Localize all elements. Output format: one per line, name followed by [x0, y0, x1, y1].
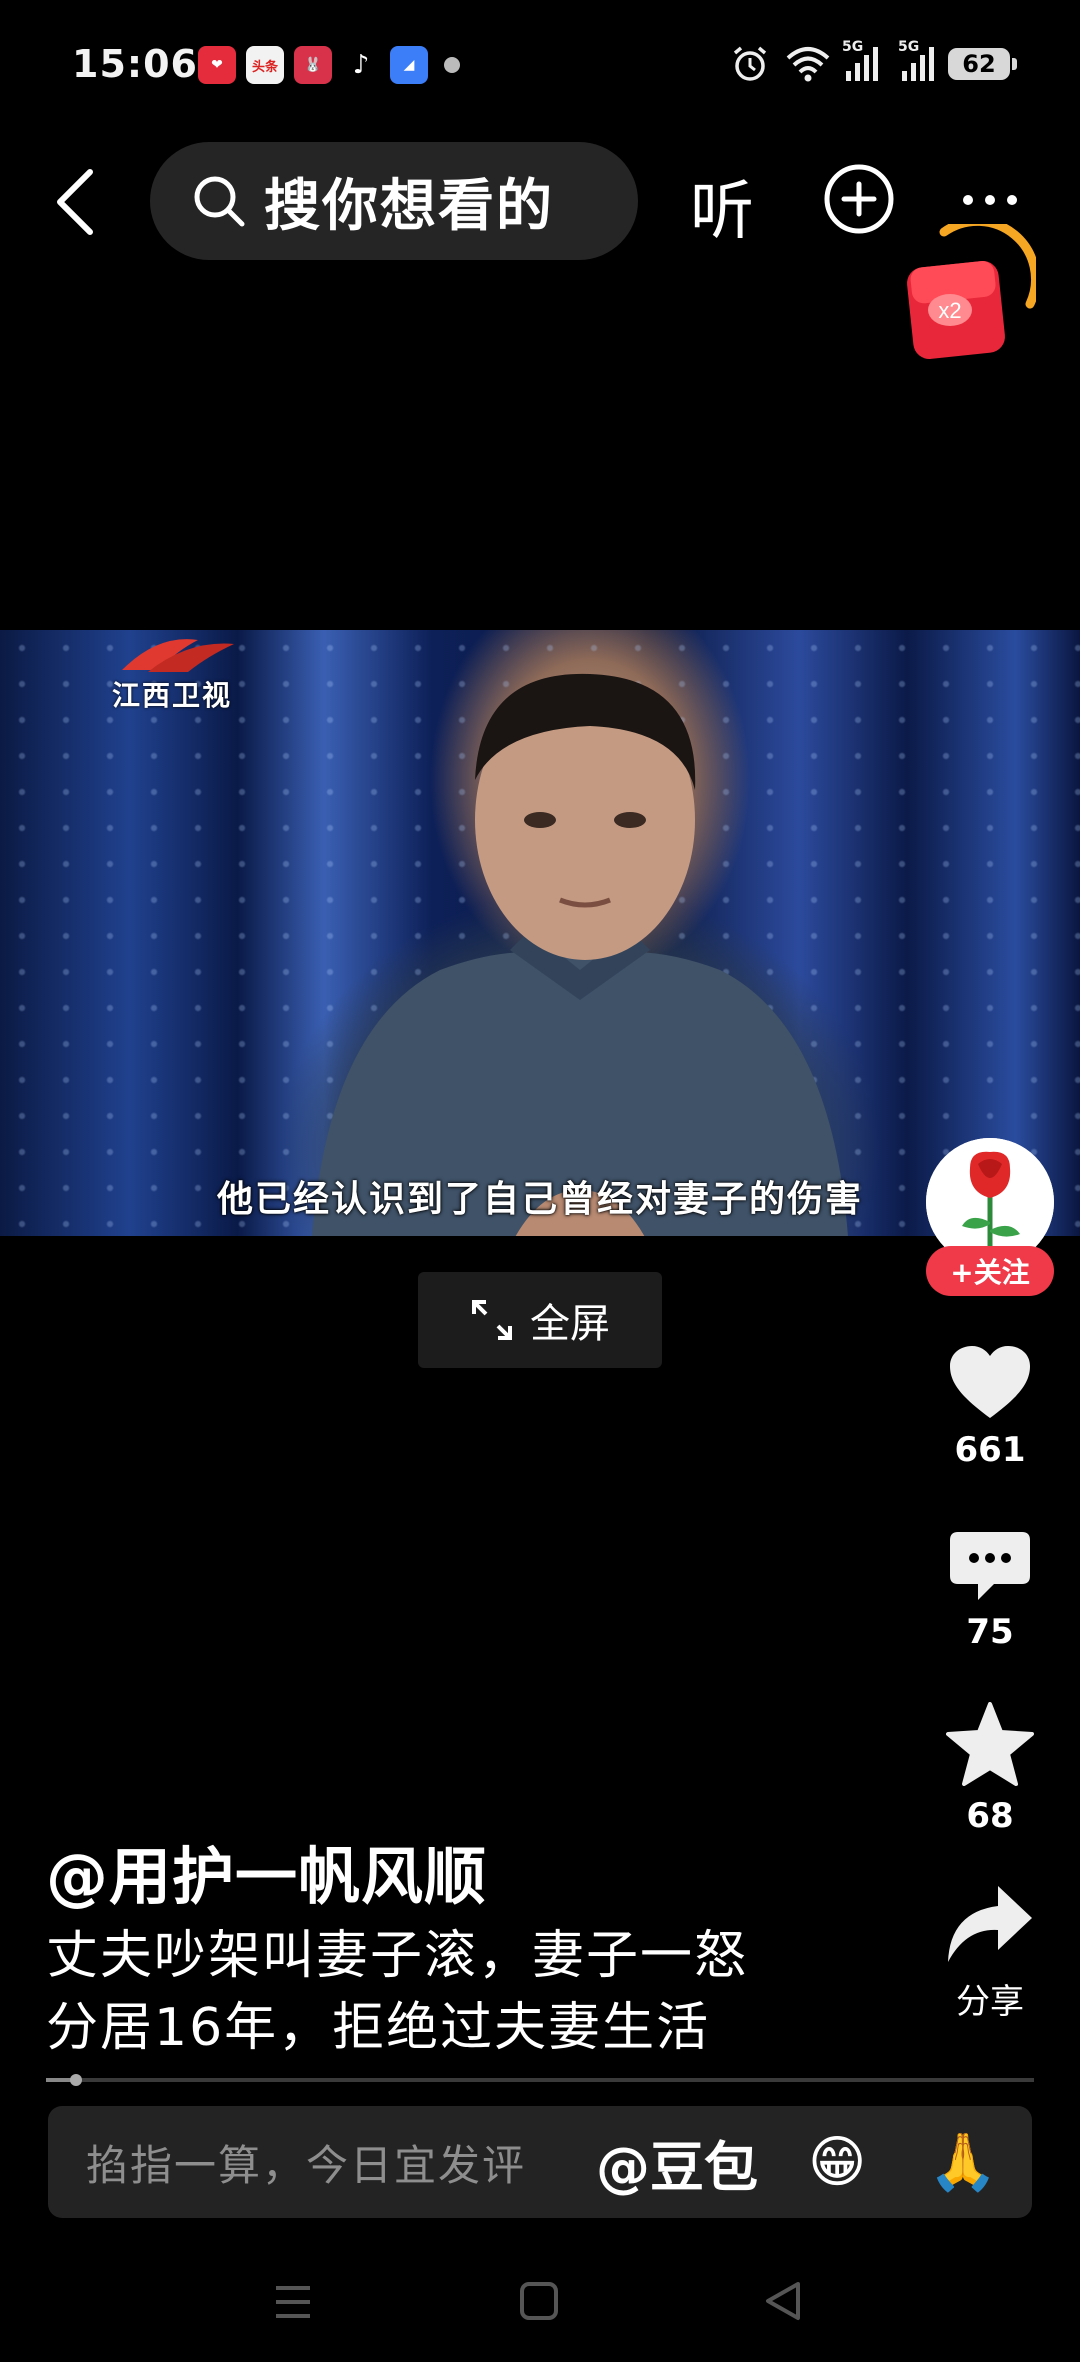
menu-icon[interactable] — [272, 2282, 314, 2322]
expand-icon — [472, 1300, 512, 1340]
more-icon[interactable] — [958, 180, 1022, 220]
signal-5g-icon: 5G — [842, 39, 878, 81]
video-progress-bar[interactable] — [46, 2074, 1034, 2086]
channel-logo-icon — [122, 639, 234, 672]
search-icon — [194, 176, 245, 227]
network-type-label: 5G — [842, 39, 864, 55]
fullscreen-label: 全屏 — [530, 1301, 610, 1347]
clock: 15:06 — [72, 42, 198, 86]
mention-doubao-button[interactable]: @豆包 — [596, 2123, 758, 2202]
comment-icon — [950, 1532, 1030, 1600]
author-name[interactable]: @用护一帆风顺 — [46, 1826, 487, 1916]
share-arrow-icon — [948, 1886, 1032, 1962]
status-bar: 15:06 ❤ 头条 🐰 ♪ ◢ 5G 5G 62 — [0, 0, 1080, 130]
fullscreen-button[interactable]: 全屏 — [418, 1272, 662, 1368]
video-description: 丈夫吵架叫妻子滚，妻子一怒 分居16年，拒绝过夫妻生活 — [46, 1920, 748, 2064]
tiktok-icon: ♪ — [342, 46, 380, 84]
favorite-button[interactable]: 68 — [930, 1702, 1050, 1836]
progress-thumb[interactable] — [69, 2074, 82, 2086]
description-line-1: 丈夫吵架叫妻子滚，妻子一怒 — [46, 1926, 749, 1986]
network-type-label-2: 5G — [898, 39, 920, 55]
like-count: 661 — [954, 1430, 1026, 1470]
follow-button[interactable]: +关注 — [926, 1246, 1054, 1296]
share-button[interactable]: 分享 — [930, 1884, 1050, 2023]
description-line-2: 分居16年，拒绝过夫妻生活 — [46, 1998, 711, 2058]
notification-icons: ❤ 头条 🐰 ♪ ◢ — [198, 46, 460, 84]
signal-5g-icon-2: 5G — [898, 39, 934, 81]
video-player[interactable]: 江西卫视 他已经认识到了自己曾经对妻子的伤害 — [0, 630, 1080, 1236]
comment-placeholder: 掐指一算，今日宜发评 — [86, 2140, 527, 2190]
system-nav-bar — [0, 2230, 1080, 2362]
listen-button[interactable]: 听 — [690, 160, 754, 252]
battery-icon: 62 — [948, 48, 1017, 80]
channel-logo-text: 江西卫视 — [112, 679, 233, 712]
video-subtitle: 他已经认识到了自己曾经对妻子的伤害 — [216, 1179, 863, 1220]
favorite-count: 68 — [966, 1796, 1014, 1836]
like-button[interactable]: 661 — [930, 1344, 1050, 1470]
add-icon[interactable] — [822, 162, 896, 236]
share-label: 分享 — [956, 1982, 1024, 2022]
grin-emoji-button[interactable]: 😁 — [808, 2130, 866, 2195]
home-icon[interactable] — [518, 2280, 560, 2322]
toutiao-icon: 头条 — [246, 46, 284, 84]
browser-app-icon: ◢ — [390, 46, 428, 84]
heart-icon — [950, 1346, 1030, 1418]
search-placeholder: 搜你想看的 — [264, 173, 554, 239]
video-person-figure — [312, 673, 848, 1236]
back-arrow-icon[interactable] — [42, 162, 112, 242]
alarm-icon — [733, 46, 767, 81]
system-icons: 5G 5G 62 — [730, 39, 1017, 84]
red-packet-multiplier: x2 — [938, 298, 961, 323]
red-packet-reward-icon[interactable]: x2 — [904, 224, 1036, 364]
game-app-icon: 🐰 — [294, 46, 332, 84]
back-nav-icon[interactable] — [762, 2280, 804, 2322]
screen: 15:06 ❤ 头条 🐰 ♪ ◢ 5G 5G 62 搜你想看的 听 x2 江西卫… — [0, 0, 1080, 2362]
pray-emoji-button[interactable]: 🙏 — [928, 2129, 998, 2195]
comment-button[interactable]: 75 — [930, 1530, 1050, 1652]
comment-count: 75 — [966, 1612, 1014, 1652]
search-input[interactable]: 搜你想看的 — [150, 142, 638, 260]
heart-app-icon: ❤ — [198, 46, 236, 84]
wifi-icon — [786, 47, 830, 82]
star-icon — [946, 1702, 1034, 1786]
more-notifications-dot-icon — [444, 57, 460, 73]
comment-input[interactable]: 掐指一算，今日宜发评 @豆包 😁 🙏 — [48, 2106, 1032, 2218]
